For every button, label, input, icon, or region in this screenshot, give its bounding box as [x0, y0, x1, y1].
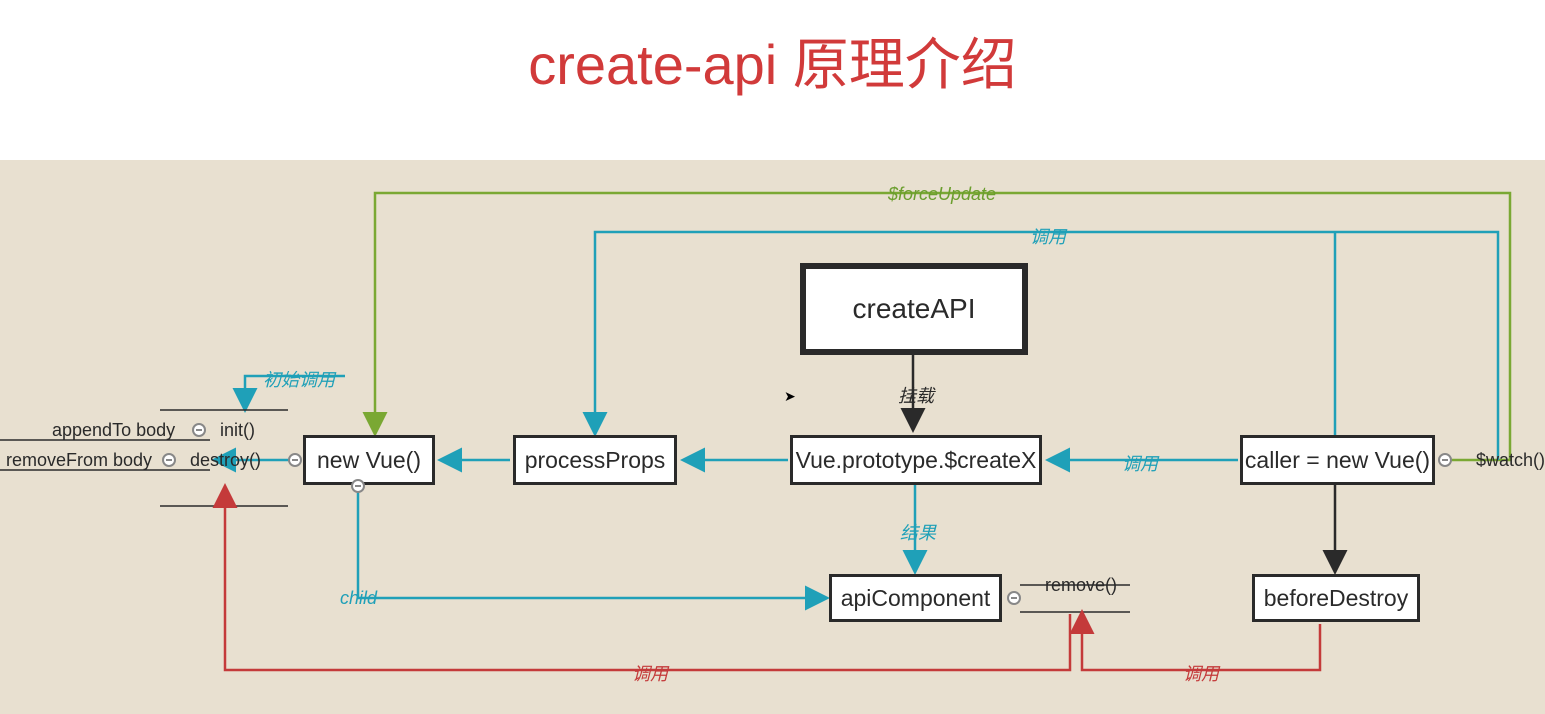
label-call-bottom-1: 调用 [632, 660, 668, 686]
node-prototype-createx: Vue.prototype.$createX [790, 435, 1042, 485]
label-call-bottom-2: 调用 [1183, 660, 1219, 686]
node-new-vue: new Vue() [303, 435, 435, 485]
label-force-update: $forceUpdate [888, 184, 996, 205]
port-icon [192, 423, 206, 437]
port-icon [1438, 453, 1452, 467]
node-caller-new-vue: caller = new Vue() [1240, 435, 1435, 485]
node-before-destroy: beforeDestroy [1252, 574, 1420, 622]
port-icon [351, 479, 365, 493]
label-call-mid: 调用 [1122, 450, 1158, 476]
label-append-to-body: appendTo body [52, 420, 175, 441]
diagram-canvas: createAPI new Vue() processProps Vue.pro… [0, 160, 1545, 714]
label-destroy: destroy() [190, 450, 261, 471]
port-icon [162, 453, 176, 467]
label-init: init() [220, 420, 255, 441]
node-process-props: processProps [513, 435, 677, 485]
label-remove-from-body: removeFrom body [6, 450, 152, 471]
node-api-component: apiComponent [829, 574, 1002, 622]
label-initial-call: 初始调用 [263, 366, 335, 392]
label-call-top: 调用 [1030, 223, 1066, 249]
mouse-cursor-icon: ➤ [784, 388, 796, 405]
label-watch: $watch() [1476, 450, 1545, 471]
node-createapi: createAPI [800, 263, 1028, 355]
label-mount: 挂载 [898, 382, 934, 408]
label-result: 结果 [900, 519, 936, 545]
port-icon [288, 453, 302, 467]
label-child: child [340, 588, 377, 609]
label-remove: remove() [1045, 575, 1117, 596]
page-title: create-api 原理介绍 [0, 0, 1545, 101]
port-icon [1007, 591, 1021, 605]
